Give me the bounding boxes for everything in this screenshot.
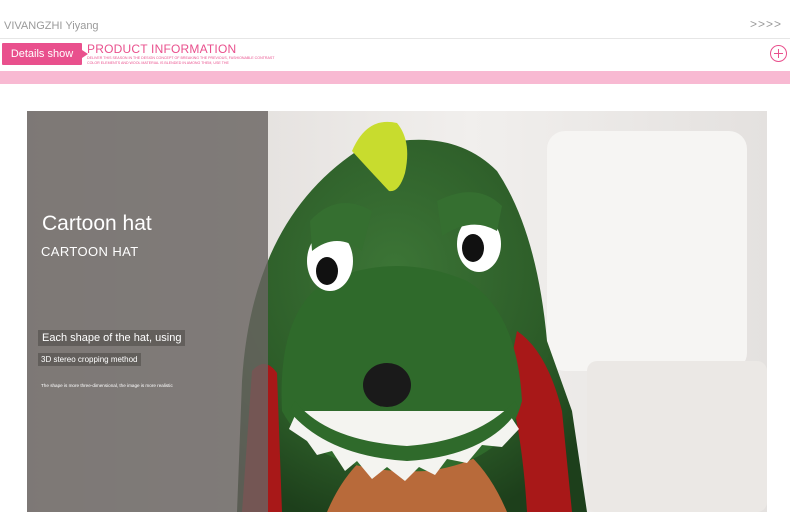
product-information-subtitle: DELIVER THIS SEASON IN THE DESIGN CONCEP… (87, 56, 275, 65)
product-info-bar: Details show PRODUCT INFORMATION DELIVER… (0, 39, 790, 71)
feature-desc-2: 3D stereo cropping method (38, 353, 141, 366)
product-photo: Cartoon hat CARTOON HAT Each shape of th… (27, 111, 767, 512)
feature-desc-1: Each shape of the hat, using (38, 330, 186, 346)
feature-subtitle: CARTOON HAT (41, 244, 139, 259)
more-arrows[interactable]: >>>> (750, 17, 782, 31)
store-brand: VIVANGZHI Yiyang (4, 20, 99, 32)
brand-row: VIVANGZHI Yiyang >>>> (0, 0, 790, 38)
feature-desc-3: The shape is more three-dimensional, the… (41, 383, 173, 388)
feature-overlay-panel: Cartoon hat CARTOON HAT Each shape of th… (27, 111, 268, 512)
details-show-button[interactable]: Details show (2, 43, 88, 65)
pink-divider-bar (0, 71, 790, 84)
plus-circle-icon[interactable] (770, 45, 787, 62)
product-information-title: PRODUCT INFORMATION (87, 42, 237, 56)
feature-title: Cartoon hat (42, 212, 152, 235)
